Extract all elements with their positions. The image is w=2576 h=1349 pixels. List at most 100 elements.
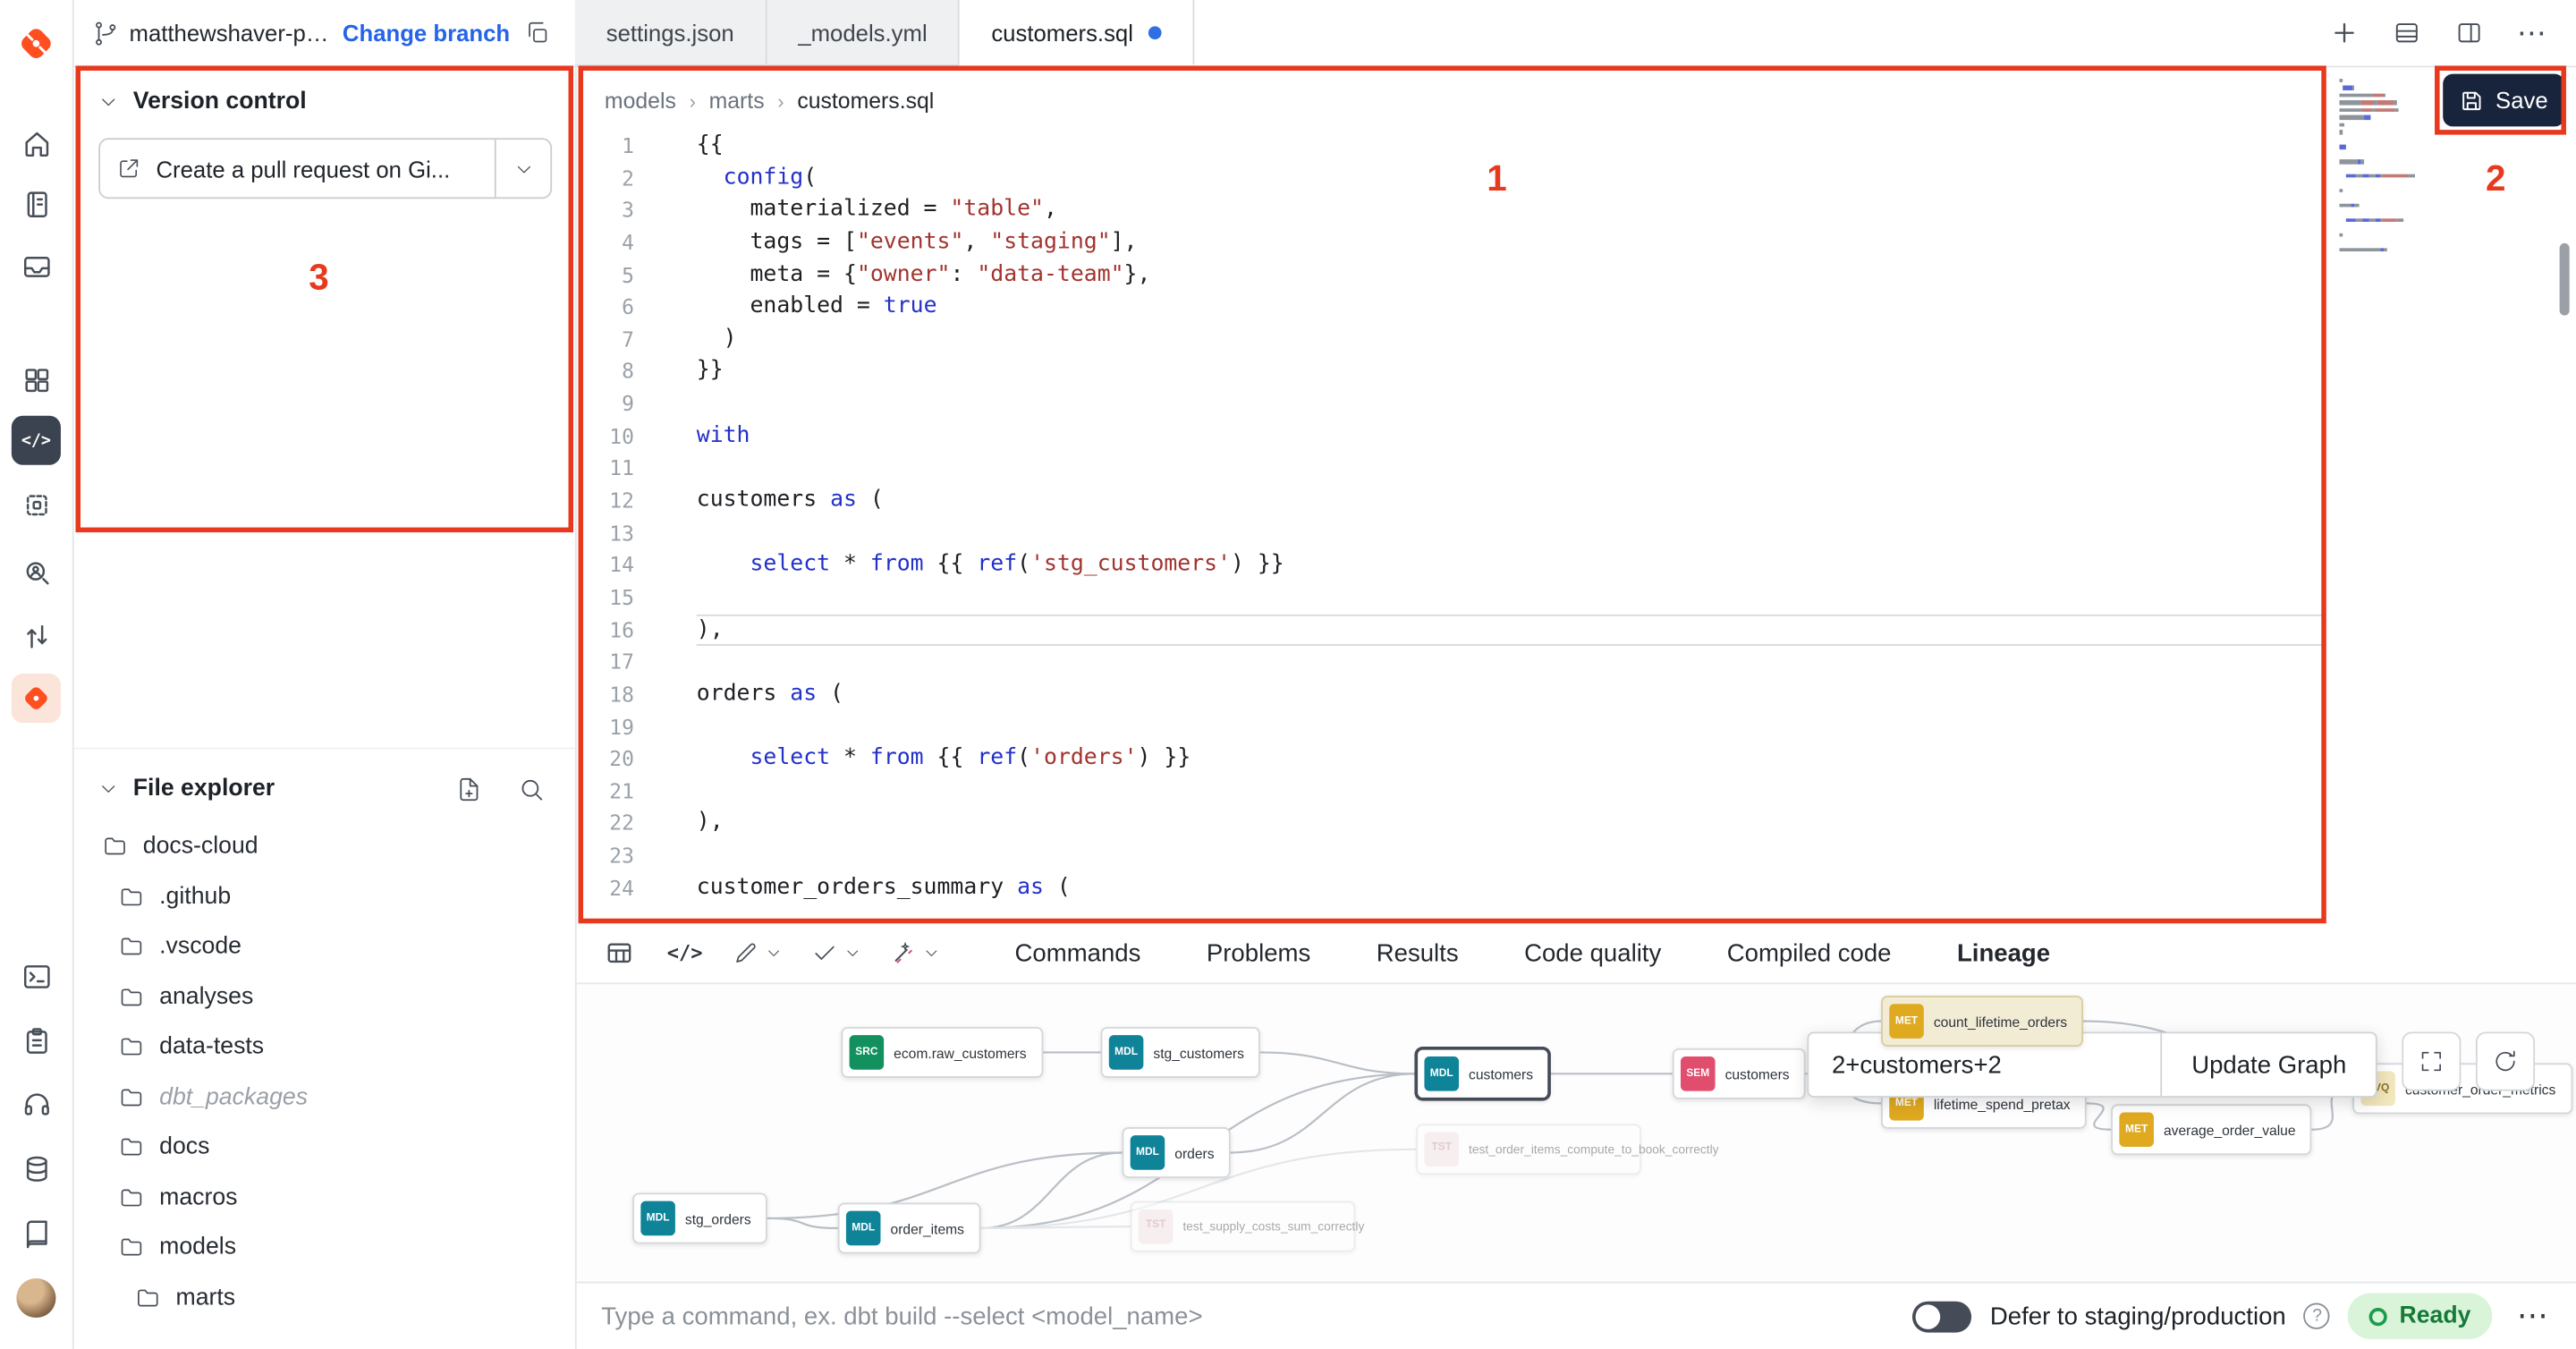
book-icon[interactable] [16,1214,55,1253]
create-pr-button[interactable]: Create a pull request on Gi... [98,138,552,199]
file-tree-item-macros[interactable]: macros [72,1173,575,1223]
new-tab-icon[interactable] [2326,15,2362,51]
lineage-graph[interactable]: Update Graph SRCecom.raw_customers MDLstg… [575,982,2576,1281]
file-tree-item-.vscode[interactable]: .vscode [72,921,575,971]
editor-scrollbar[interactable] [2560,243,2570,316]
code-line[interactable]: 14 select * from {{ ref('stg_customers')… [575,549,2576,581]
file-tree-item-docs-cloud[interactable]: docs-cloud [72,821,575,871]
code-line[interactable]: 10with [575,420,2576,453]
file-tree-item-.github[interactable]: .github [72,871,575,921]
code-lines[interactable]: 1{{2 config(3 materialized = "table",4 t… [575,130,2576,904]
code-line[interactable]: 18orders as ( [575,678,2576,710]
user-avatar[interactable] [16,1278,55,1318]
lineage-node-customers[interactable]: MDLcustomers [1416,1048,1549,1099]
layout-rows-icon[interactable] [2389,15,2425,51]
help-icon[interactable]: ? [2304,1303,2330,1329]
lineage-node-average_order_value[interactable]: METaverage_order_value [2111,1104,2312,1155]
results-table-icon[interactable] [601,935,637,971]
copy-branch-icon[interactable] [520,15,555,51]
code-line[interactable]: 1{{ [575,130,2576,162]
lineage-node-customers_sem[interactable]: SEMcustomers [1673,1048,1806,1099]
code-line[interactable]: 7 ) [575,324,2576,356]
bottom-tab-code-quality[interactable]: Code quality [1524,939,1661,967]
lineage-node-orders[interactable]: MDLorders [1122,1127,1230,1178]
tab-settings.json[interactable]: settings.json [575,0,767,65]
file-tree-item-analyses[interactable]: analyses [72,971,575,1022]
bottom-tab-commands[interactable]: Commands [1015,939,1141,967]
create-pr-main[interactable]: Create a pull request on Gi... [100,140,496,197]
overflow-menu-icon[interactable]: ⋯ [2513,15,2549,51]
tab-_models.yml[interactable]: _models.yml [767,0,960,65]
code-line[interactable]: 13 [575,517,2576,549]
defer-toggle[interactable] [1913,1301,1972,1332]
status-badge[interactable]: Ready [2349,1294,2493,1339]
frame-icon[interactable] [16,485,55,524]
inbox-icon[interactable] [16,247,55,286]
code-editor-icon[interactable]: </> [12,416,61,465]
code-line[interactable]: 4 tags = ["events", "staging"], [575,226,2576,259]
update-graph-button[interactable]: Update Graph [2160,1033,2376,1096]
database-icon[interactable] [16,1149,55,1188]
more-menu-icon[interactable]: ⋯ [2517,1297,2550,1335]
compare-icon[interactable] [16,616,55,656]
lineage-node-order_items[interactable]: MDLorder_items [838,1202,981,1253]
headset-icon[interactable] [16,1084,55,1124]
tab-customers.sql[interactable]: customers.sql [960,0,1193,65]
code-line[interactable]: 24customer_orders_summary as ( [575,872,2576,904]
code-view-icon[interactable]: </> [667,941,703,964]
dbt-logo-icon[interactable] [16,23,55,63]
lineage-node-test_supply_costs[interactable]: TSTtest_supply_costs_sum_correctly [1131,1201,1356,1252]
split-view-icon[interactable] [2451,15,2487,51]
code-line[interactable]: 9 [575,388,2576,420]
fix-button[interactable] [890,940,939,966]
breadcrumb-item[interactable]: customers.sql [797,89,934,114]
save-button[interactable]: Save [2443,74,2564,127]
lineage-node-raw_customers[interactable]: SRCecom.raw_customers [841,1027,1043,1078]
code-line[interactable]: 12customers as ( [575,485,2576,517]
file-tree-item-docs[interactable]: docs [72,1122,575,1172]
search-icon[interactable] [513,770,548,806]
code-line[interactable]: 2 config( [575,162,2576,194]
terminal-icon[interactable] [16,956,55,996]
lineage-node-customer_order_metrics[interactable]: SVQcustomer_order_metrics [2352,1063,2572,1114]
code-line[interactable]: 19 [575,710,2576,742]
code-line[interactable]: 23 [575,840,2576,872]
create-pr-dropdown[interactable] [496,140,551,197]
code-line[interactable]: 20 select * from {{ ref('orders') }} [575,743,2576,776]
code-line[interactable]: 21 [575,776,2576,808]
code-editor[interactable]: models›marts›customers.sql 1{{2 config(3… [575,65,2576,923]
bottom-tab-results[interactable]: Results [1377,939,1459,967]
lineage-node-stg_customers[interactable]: MDLstg_customers [1101,1027,1261,1078]
code-line[interactable]: 11 [575,453,2576,485]
code-line[interactable]: 8}} [575,356,2576,388]
refresh-icon[interactable] [2476,1031,2535,1090]
bottom-tab-lineage[interactable]: Lineage [1957,939,2050,967]
bottom-tab-problems[interactable]: Problems [1207,939,1310,967]
search-user-icon[interactable] [16,552,55,591]
format-button[interactable] [733,940,782,966]
dbt-orange-icon[interactable] [12,674,61,723]
version-control-header[interactable]: Version control [72,65,575,131]
lineage-node-test_order_items[interactable]: TSTtest_order_items_compute_to_book_corr… [1416,1124,1641,1175]
breadcrumb-item[interactable]: models [605,89,676,114]
lineage-node-count_lifetime_orders[interactable]: METcount_lifetime_orders [1881,996,2083,1047]
home-icon[interactable] [16,123,55,163]
notebook-icon[interactable] [16,184,55,224]
code-line[interactable]: 5 meta = {"owner": "data-team"}, [575,259,2576,291]
bottom-tab-compiled-code[interactable]: Compiled code [1727,939,1892,967]
new-file-icon[interactable] [450,770,486,806]
code-line[interactable]: 6 enabled = true [575,291,2576,323]
grid-icon[interactable] [16,360,55,399]
lineage-node-stg_orders[interactable]: MDLstg_orders [632,1192,767,1243]
code-line[interactable]: 15 [575,581,2576,614]
file-tree-item-dbt_packages[interactable]: dbt_packages [72,1072,575,1122]
code-line[interactable]: 17 [575,646,2576,678]
fullscreen-icon[interactable] [2402,1031,2461,1090]
code-line[interactable]: 3 materialized = "table", [575,194,2576,226]
command-input[interactable] [598,1301,1895,1332]
breadcrumb-item[interactable]: marts [709,89,765,114]
code-line[interactable]: 22), [575,808,2576,840]
code-line[interactable]: 16), [575,614,2576,646]
change-branch-link[interactable]: Change branch [343,20,510,46]
clipboard-icon[interactable] [16,1021,55,1060]
